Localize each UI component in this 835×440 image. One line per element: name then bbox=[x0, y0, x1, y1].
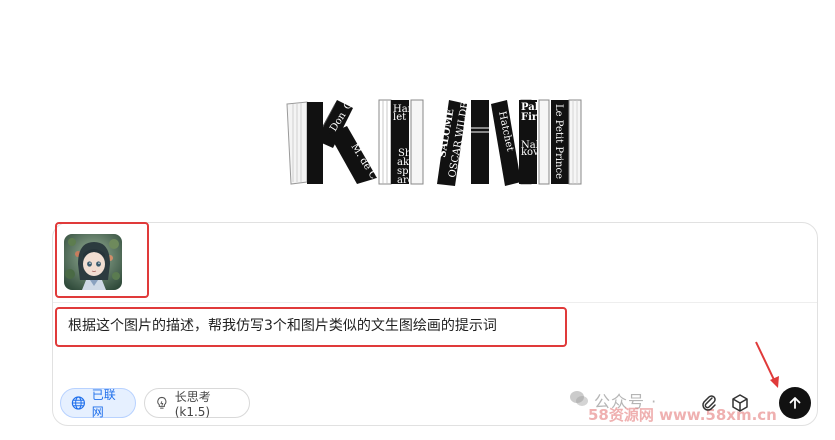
attached-image-thumbnail[interactable] bbox=[64, 234, 122, 290]
book-white-5 bbox=[568, 99, 582, 185]
web-search-label: 已联网 bbox=[91, 388, 116, 419]
arrow-up-icon bbox=[789, 397, 801, 409]
long-thinking-toggle[interactable]: 长思考 (k1.5) bbox=[144, 388, 250, 419]
cube-icon[interactable] bbox=[730, 393, 750, 413]
web-search-toggle[interactable]: 已联网 bbox=[60, 388, 136, 419]
prompt-input[interactable]: 根据这个图片的描述，帮我仿写3个和图片类似的文生图绘画的提示词 bbox=[68, 317, 497, 335]
send-button[interactable] bbox=[779, 387, 811, 419]
globe-icon bbox=[71, 396, 85, 410]
spine-don-quixote: Don Quixote bbox=[328, 98, 372, 134]
composer-divider bbox=[53, 302, 817, 303]
long-thinking-label: 长思考 (k1.5) bbox=[174, 389, 211, 419]
book-k-stem bbox=[307, 102, 323, 184]
book-white-after-i bbox=[410, 99, 424, 185]
annotation-arrow bbox=[755, 341, 779, 388]
kimi-logo: Don Quixote M. de Cervantes Ham let Sh a… bbox=[286, 98, 582, 186]
book-k-pages bbox=[286, 101, 308, 185]
lightbulb-icon bbox=[157, 396, 167, 409]
book-white-4 bbox=[538, 99, 550, 185]
paperclip-icon[interactable] bbox=[700, 393, 718, 413]
book-m-middle bbox=[471, 100, 489, 184]
spine-le-petit-prince: Le Petit Prince bbox=[553, 104, 564, 179]
